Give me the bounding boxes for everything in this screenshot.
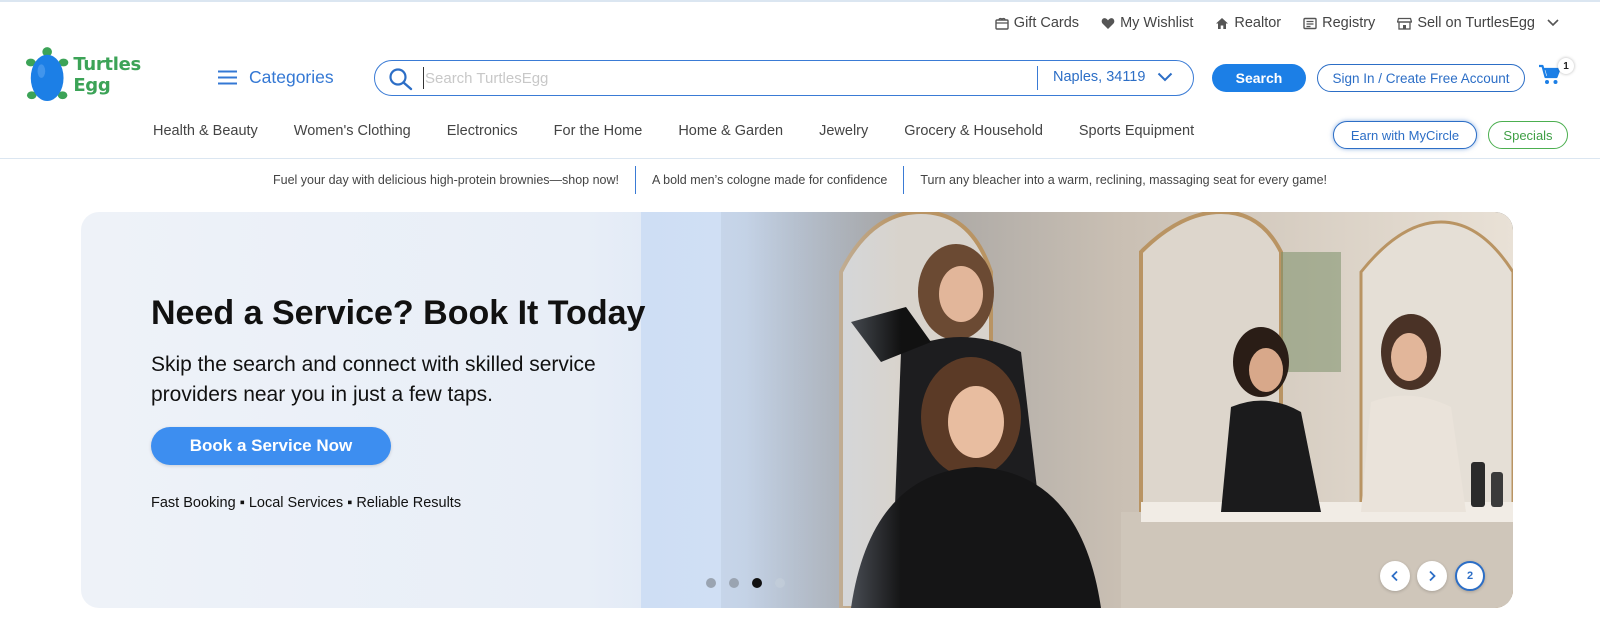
carousel-dot[interactable] xyxy=(775,578,785,588)
wishlist-label: My Wishlist xyxy=(1120,15,1194,31)
gift-cards-link[interactable]: Gift Cards xyxy=(995,15,1079,31)
earn-mycircle-button[interactable]: Earn with MyCircle xyxy=(1333,121,1477,149)
carousel-prev-button[interactable] xyxy=(1380,561,1410,591)
hero-subtitle: Skip the search and connect with skilled… xyxy=(151,353,596,406)
registry-label: Registry xyxy=(1322,15,1376,31)
search-divider xyxy=(1037,66,1038,90)
specials-button[interactable]: Specials xyxy=(1488,121,1568,149)
hero-banner: Need a Service? Book It Today Skip the s… xyxy=(81,212,1513,608)
sell-label: Sell on TurtlesEgg xyxy=(1417,15,1535,31)
search-button[interactable]: Search xyxy=(1212,64,1306,92)
chevron-down-icon xyxy=(1547,19,1559,27)
top-border xyxy=(0,0,1600,2)
sell-link[interactable]: Sell on TurtlesEgg xyxy=(1397,15,1560,31)
hamburger-icon xyxy=(218,70,237,85)
registry-link[interactable]: Registry xyxy=(1303,15,1375,31)
carousel-next-button[interactable] xyxy=(1417,561,1447,591)
gift-cards-label: Gift Cards xyxy=(1013,15,1080,31)
carousel-dot-active[interactable] xyxy=(752,578,762,588)
realtor-label: Realtor xyxy=(1234,15,1282,31)
promo-strip: Fuel your day with delicious high-protei… xyxy=(0,166,1600,194)
gift-card-icon xyxy=(995,17,1009,30)
book-service-button[interactable]: Book a Service Now xyxy=(151,427,391,465)
turtle-egg-logo-icon xyxy=(25,47,69,102)
location-label: Naples, 34119 xyxy=(1053,69,1146,85)
heart-icon xyxy=(1101,17,1115,29)
utility-bar: Gift Cards My Wishlist Realtor Registry … xyxy=(995,13,1560,33)
nav-item-sports-equipment[interactable]: Sports Equipment xyxy=(1079,123,1194,139)
house-icon xyxy=(1216,17,1229,29)
carousel-page-indicator[interactable]: 2 xyxy=(1455,561,1485,591)
promo-link[interactable]: Fuel your day with delicious high-protei… xyxy=(257,173,635,187)
nav-item-electronics[interactable]: Electronics xyxy=(447,123,518,139)
nav-item-home-garden[interactable]: Home & Garden xyxy=(678,123,783,139)
promo-link[interactable]: Turn any bleacher into a warm, reclining… xyxy=(904,173,1343,187)
store-icon xyxy=(1397,17,1413,30)
logo-text: Turtles Egg xyxy=(73,54,141,96)
search-input[interactable] xyxy=(423,67,1013,89)
sign-in-button[interactable]: Sign In / Create Free Account xyxy=(1317,64,1525,92)
carousel-dots xyxy=(706,578,785,588)
chevron-right-icon xyxy=(1429,570,1436,582)
registry-icon xyxy=(1303,17,1317,29)
search-bar: Naples, 34119 xyxy=(374,60,1194,96)
wishlist-link[interactable]: My Wishlist xyxy=(1101,15,1193,31)
hero-fade-overlay xyxy=(641,212,901,608)
categories-menu-button[interactable]: Categories xyxy=(218,67,334,88)
chevron-down-icon xyxy=(1158,72,1173,82)
chevron-left-icon xyxy=(1391,570,1398,582)
logo[interactable]: Turtles Egg xyxy=(25,45,180,105)
nav-item-for-the-home[interactable]: For the Home xyxy=(554,123,643,139)
hero-title: Need a Service? Book It Today xyxy=(151,294,646,332)
nav-item-grocery-household[interactable]: Grocery & Household xyxy=(904,123,1043,139)
cart-button[interactable]: 1 xyxy=(1538,58,1574,90)
nav-item-health-beauty[interactable]: Health & Beauty xyxy=(153,123,258,139)
cart-count-badge: 1 xyxy=(1558,58,1574,74)
carousel-dot[interactable] xyxy=(729,578,739,588)
search-icon[interactable] xyxy=(388,67,414,91)
location-selector[interactable]: Naples, 34119 xyxy=(1053,69,1173,85)
categories-label: Categories xyxy=(249,67,334,87)
realtor-link[interactable]: Realtor xyxy=(1215,15,1281,31)
nav-item-jewelry[interactable]: Jewelry xyxy=(819,123,868,139)
carousel-dot[interactable] xyxy=(706,578,716,588)
category-nav: Health & Beauty Women's Clothing Electro… xyxy=(153,123,1194,139)
nav-item-womens-clothing[interactable]: Women's Clothing xyxy=(294,123,411,139)
hero-features: Fast Booking ▪ Local Services ▪ Reliable… xyxy=(151,495,462,511)
nav-divider xyxy=(0,158,1600,159)
promo-link[interactable]: A bold men’s cologne made for confidence xyxy=(636,173,903,187)
